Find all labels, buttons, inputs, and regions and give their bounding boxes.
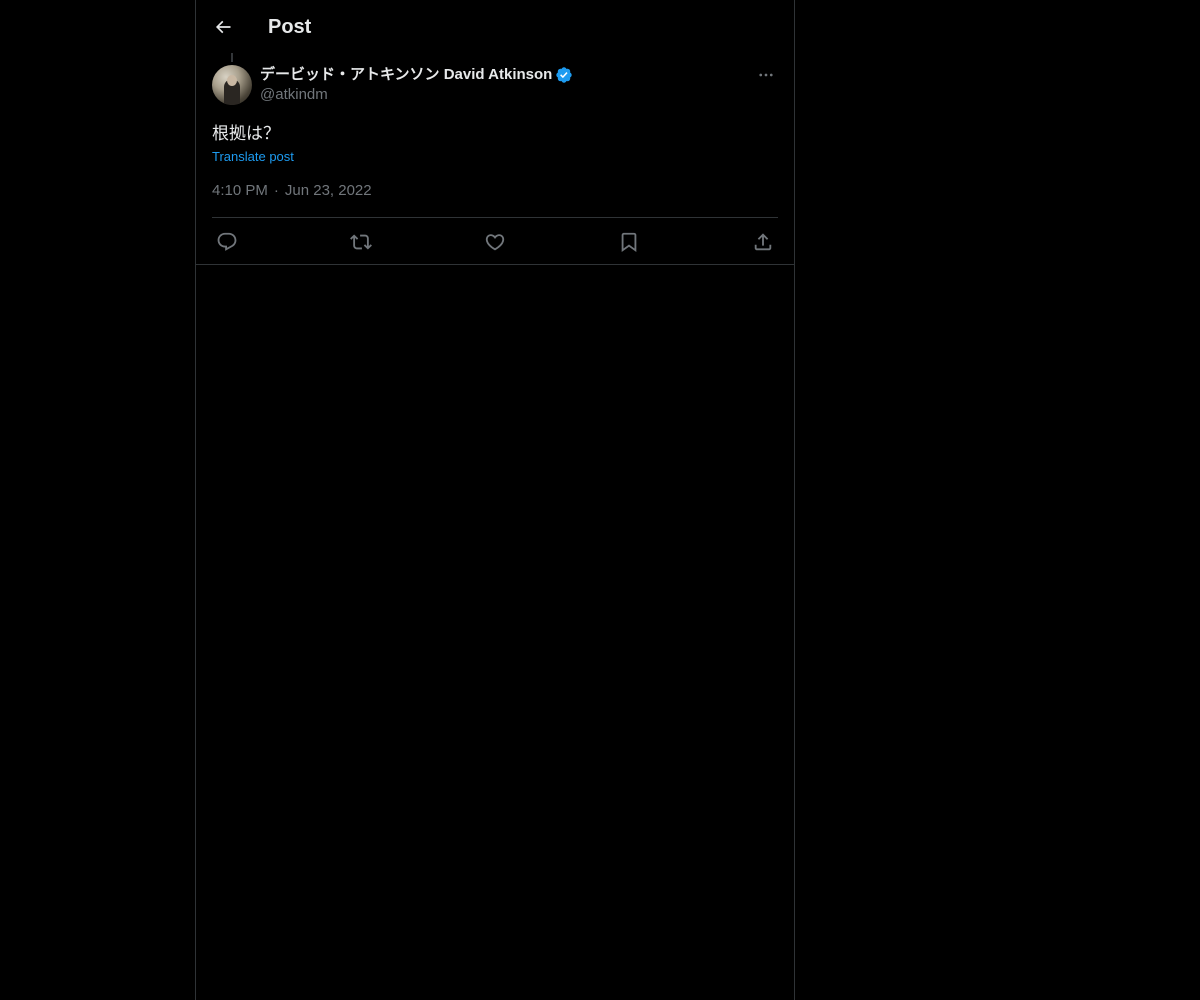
display-name-row: デービッド・アトキンソン David Atkinson bbox=[260, 65, 573, 85]
share-button[interactable] bbox=[750, 229, 776, 255]
page-header: Post bbox=[196, 0, 794, 53]
reply-button[interactable] bbox=[214, 229, 240, 255]
post-actions-bar bbox=[212, 218, 778, 265]
meta-separator: · bbox=[273, 182, 279, 199]
back-button[interactable] bbox=[208, 9, 238, 45]
repost-button[interactable] bbox=[348, 229, 374, 255]
primary-column: Post デービッド・アトキンソン David Atkinson @atkind… bbox=[195, 0, 795, 1000]
more-horizontal-icon bbox=[759, 73, 773, 77]
share-icon bbox=[754, 232, 772, 250]
repost-icon bbox=[350, 234, 372, 249]
post-date[interactable]: Jun 23, 2022 bbox=[285, 181, 372, 201]
translate-post-link[interactable]: Translate post bbox=[212, 148, 294, 166]
post-meta: 4:10 PM · Jun 23, 2022 bbox=[212, 181, 778, 201]
verified-badge-icon[interactable] bbox=[555, 66, 573, 84]
arrow-left-icon bbox=[215, 20, 231, 34]
bookmark-icon bbox=[621, 232, 637, 252]
post-bottom-border bbox=[196, 264, 794, 265]
thread-connector-line bbox=[231, 53, 233, 62]
avatar[interactable] bbox=[212, 65, 252, 105]
heart-icon bbox=[485, 233, 505, 250]
post: デービッド・アトキンソン David Atkinson @atkindm 根拠は… bbox=[196, 65, 794, 265]
like-button[interactable] bbox=[482, 229, 508, 255]
more-options-button[interactable] bbox=[754, 65, 778, 85]
avatar-face bbox=[227, 75, 237, 86]
post-author-row: デービッド・アトキンソン David Atkinson @atkindm bbox=[212, 65, 778, 113]
bookmark-button[interactable] bbox=[616, 229, 642, 255]
reply-icon bbox=[217, 232, 237, 251]
author-display-name[interactable]: デービッド・アトキンソン David Atkinson bbox=[260, 65, 552, 85]
post-time[interactable]: 4:10 PM bbox=[212, 181, 268, 201]
page-title: Post bbox=[268, 16, 312, 38]
author-handle[interactable]: @atkindm bbox=[260, 85, 573, 105]
post-text: 根拠は？ bbox=[212, 124, 280, 143]
author-names: デービッド・アトキンソン David Atkinson @atkindm bbox=[260, 65, 573, 105]
